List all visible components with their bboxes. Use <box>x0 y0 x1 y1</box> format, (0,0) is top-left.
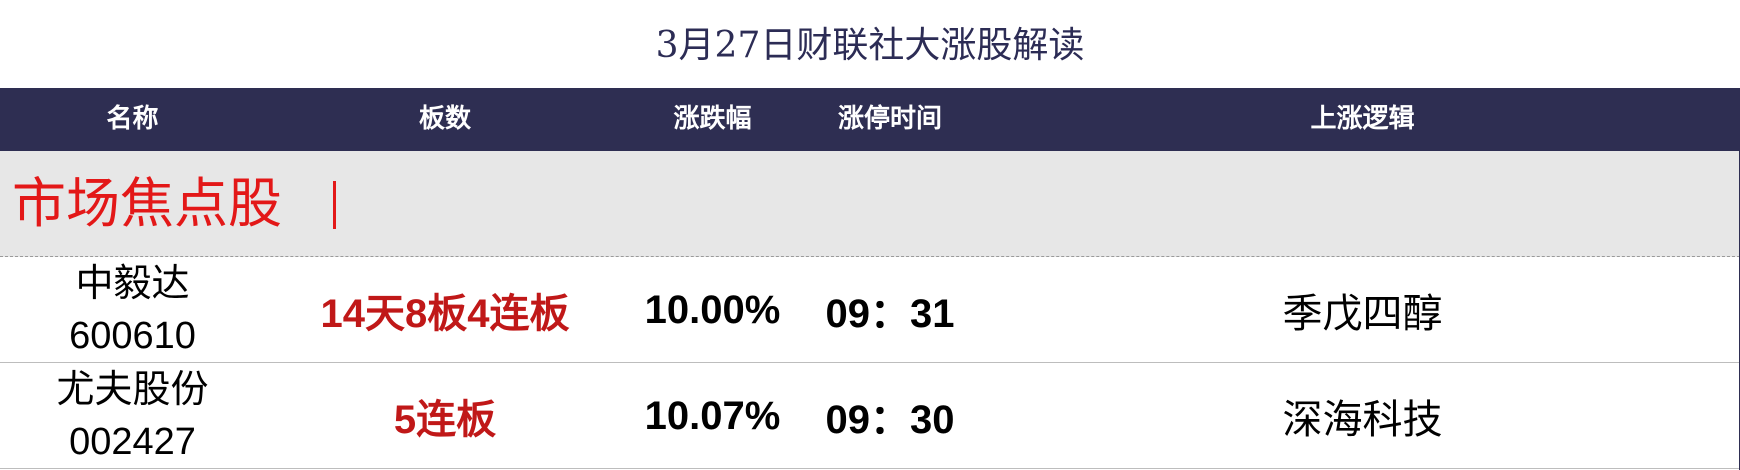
table-row: 中毅达 600610 14天8板4连板 10.00% 09：31 季戊四醇 <box>0 257 1740 363</box>
rise-logic: 季戊四醇 <box>1282 292 1443 336</box>
stock-name: 尤夫股份 <box>56 369 209 411</box>
column-header-name: 名称 <box>106 104 159 134</box>
boards-count: 5连板 <box>393 398 497 442</box>
change-percent: 10.07% <box>644 393 781 438</box>
table-row: 尤夫股份 002427 5连板 10.07% 09：30 深海科技 <box>0 363 1740 469</box>
stock-name-cell: 尤夫股份 002427 <box>25 363 240 469</box>
change-percent: 10.00% <box>644 287 781 332</box>
limit-up-time: 09：31 <box>825 292 955 336</box>
column-header-limit-time: 涨停时间 <box>837 104 942 134</box>
table-header: 名称 板数 涨跌幅 涨停时间 上涨逻辑 <box>0 88 1740 151</box>
boards-count: 14天8板4连板 <box>320 292 570 336</box>
rise-logic: 深海科技 <box>1282 398 1443 442</box>
stock-name: 中毅达 <box>75 263 190 305</box>
stock-name-cell: 中毅达 600610 <box>25 257 240 363</box>
section-row: 市场焦点股 <box>0 151 1740 257</box>
column-header-boards: 板数 <box>418 104 471 134</box>
section-divider <box>333 181 336 229</box>
section-label: 市场焦点股 <box>12 172 282 235</box>
column-header-logic: 上涨逻辑 <box>1310 104 1415 134</box>
stock-code: 600610 <box>69 315 196 357</box>
column-header-change: 涨跌幅 <box>673 104 752 134</box>
page-title: 3月27日财联社大涨股解读 <box>655 25 1085 66</box>
stock-code: 002427 <box>69 421 196 463</box>
limit-up-time: 09：30 <box>825 398 955 442</box>
